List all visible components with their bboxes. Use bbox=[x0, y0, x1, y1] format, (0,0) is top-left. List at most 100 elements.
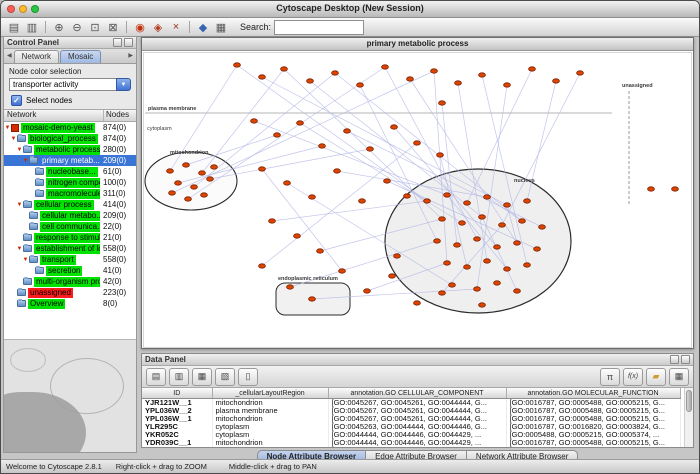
tree-expand-icon[interactable]: ▼ bbox=[16, 246, 23, 252]
select-nodes-row[interactable]: ✓ Select nodes bbox=[11, 95, 129, 106]
network-node[interactable] bbox=[504, 83, 511, 87]
network-node[interactable] bbox=[529, 67, 536, 71]
attribute-grid-icon[interactable]: ▦ bbox=[669, 368, 689, 386]
network-node[interactable] bbox=[439, 101, 446, 105]
tree-row[interactable]: unassigned223(0) bbox=[4, 287, 136, 298]
zoom-fit-icon[interactable]: ⊡ bbox=[87, 20, 103, 34]
network-node[interactable] bbox=[539, 225, 546, 229]
network-node[interactable] bbox=[332, 71, 339, 75]
network-node[interactable] bbox=[439, 217, 446, 221]
network-node[interactable] bbox=[334, 169, 341, 173]
network-node[interactable] bbox=[201, 193, 208, 197]
table-cell[interactable]: YDR039C__1 bbox=[142, 439, 212, 447]
title-bar[interactable]: Cytoscape Desktop (New Session) bbox=[1, 1, 699, 18]
network-node[interactable] bbox=[382, 65, 389, 69]
table-cell[interactable]: YPL036W__1 bbox=[142, 415, 212, 423]
network-node[interactable] bbox=[524, 199, 531, 203]
tree-row[interactable]: ▼cellular process414(0) bbox=[4, 199, 136, 210]
tree-row[interactable]: nitrogen compo...100(0) bbox=[4, 177, 136, 188]
network-node[interactable] bbox=[534, 247, 541, 251]
table-cell[interactable]: [GO:0016787, GO:0005488, GO:0005215, G..… bbox=[506, 415, 680, 423]
tree-expand-icon[interactable]: ▼ bbox=[4, 125, 11, 131]
network-node[interactable] bbox=[464, 201, 471, 205]
save-session-icon[interactable]: ▥ bbox=[24, 20, 40, 34]
nodes-column-header[interactable]: Nodes bbox=[104, 110, 136, 121]
tree-expand-icon[interactable]: ▼ bbox=[22, 257, 29, 263]
column-header[interactable]: annotation.GO MOLECULAR_FUNCTION bbox=[506, 388, 680, 399]
search-input[interactable] bbox=[274, 20, 364, 35]
network-node[interactable] bbox=[307, 79, 314, 83]
table-row[interactable]: YLR295Ccytoplasm[GO:0045263, GO:0044444,… bbox=[142, 423, 680, 431]
network-node[interactable] bbox=[504, 267, 511, 271]
network-node[interactable] bbox=[357, 83, 364, 87]
attribute-table[interactable]: ID_cellularLayoutRegionannotation.GO CEL… bbox=[142, 388, 681, 447]
tree-row[interactable]: Overview8(0) bbox=[4, 298, 136, 309]
function-builder-icon[interactable]: f(x) bbox=[623, 368, 643, 386]
network-node[interactable] bbox=[274, 133, 281, 137]
scrollbar-thumb[interactable] bbox=[686, 390, 692, 412]
tab-network[interactable]: Network bbox=[14, 50, 59, 63]
network-node[interactable] bbox=[444, 261, 451, 265]
network-node[interactable] bbox=[474, 237, 481, 241]
network-node[interactable] bbox=[455, 81, 462, 85]
network-overview-icon[interactable]: ◉ bbox=[132, 20, 148, 34]
network-node[interactable] bbox=[454, 243, 461, 247]
new-attribute-icon[interactable]: ▦ bbox=[192, 368, 212, 386]
tab-scroll-left-icon[interactable]: ◀ bbox=[5, 50, 14, 63]
network-node[interactable] bbox=[364, 289, 371, 293]
network-node[interactable] bbox=[514, 241, 521, 245]
network-node[interactable] bbox=[359, 199, 366, 203]
network-node[interactable] bbox=[494, 245, 501, 249]
network-node[interactable] bbox=[199, 171, 206, 175]
tree-row[interactable]: macromolecule...311(0) bbox=[4, 188, 136, 199]
table-cell[interactable]: [GO:0045267, GO:0045261, GO:0044444, G..… bbox=[328, 407, 506, 415]
network-node[interactable] bbox=[297, 121, 304, 125]
zoom-out-icon[interactable]: ⊖ bbox=[69, 20, 85, 34]
tree-row[interactable]: ▼primary metab...209(0) bbox=[4, 155, 136, 166]
create-network-view-icon[interactable]: ◈ bbox=[150, 20, 166, 34]
close-data-panel-icon[interactable] bbox=[681, 355, 690, 364]
network-node[interactable] bbox=[407, 77, 414, 81]
destroy-view-icon[interactable]: × bbox=[168, 20, 184, 34]
tree-row[interactable]: ▼metabolic process280(0) bbox=[4, 144, 136, 155]
network-node[interactable] bbox=[459, 221, 466, 225]
network-node[interactable] bbox=[439, 291, 446, 295]
network-node[interactable] bbox=[339, 269, 346, 273]
network-node[interactable] bbox=[404, 194, 411, 198]
network-node[interactable] bbox=[175, 181, 182, 185]
zoom-in-icon[interactable]: ⊕ bbox=[51, 20, 67, 34]
select-attributes-icon[interactable]: ▤ bbox=[146, 368, 166, 386]
table-row[interactable]: YDR039C__1mitochondrion[GO:0044444, GO:0… bbox=[142, 439, 680, 447]
float-panel-icon[interactable] bbox=[113, 38, 122, 47]
network-node[interactable] bbox=[479, 303, 486, 307]
tree-row[interactable]: cellular metabo...209(0) bbox=[4, 210, 136, 221]
network-node[interactable] bbox=[169, 191, 176, 195]
table-cell[interactable]: [GO:0016787, GO:0016820, GO:0003824, G..… bbox=[506, 423, 680, 431]
table-row[interactable]: YPL036W__2plasma membrane[GO:0045267, GO… bbox=[142, 407, 680, 415]
network-node[interactable] bbox=[479, 215, 486, 219]
column-header[interactable]: annotation.GO CELLULAR_COMPONENT bbox=[328, 388, 506, 399]
network-node[interactable] bbox=[514, 289, 521, 293]
network-node[interactable] bbox=[389, 274, 396, 278]
table-cell[interactable]: cytoplasm bbox=[212, 431, 328, 439]
close-panel-icon[interactable] bbox=[124, 38, 133, 47]
minimize-window-icon[interactable] bbox=[19, 5, 27, 13]
node-color-combobox[interactable]: transporter activity ▼ bbox=[9, 78, 131, 91]
table-cell[interactable]: [GO:0045267, GO:0045261, GO:0044444, G..… bbox=[328, 415, 506, 423]
network-canvas[interactable]: plasma membranecytoplasmmitochondrionnuc… bbox=[142, 51, 693, 349]
network-node[interactable] bbox=[577, 71, 584, 75]
plugins-icon[interactable]: ▦ bbox=[213, 20, 229, 34]
network-node[interactable] bbox=[309, 195, 316, 199]
network-node[interactable] bbox=[391, 125, 398, 129]
chevron-down-icon[interactable]: ▼ bbox=[116, 78, 131, 91]
network-node[interactable] bbox=[281, 67, 288, 71]
column-header[interactable]: ID bbox=[142, 388, 212, 399]
tree-row[interactable]: nucleobase...61(0) bbox=[4, 166, 136, 177]
tree-expand-icon[interactable]: ▼ bbox=[22, 158, 29, 164]
table-cell[interactable]: YJR121W__1 bbox=[142, 399, 212, 408]
table-cell[interactable]: [GO:0016787, GO:0005488, GO:0005215, G..… bbox=[506, 399, 680, 408]
network-node[interactable] bbox=[185, 197, 192, 201]
network-node[interactable] bbox=[648, 187, 655, 191]
network-view-title[interactable]: primary metabolic process bbox=[142, 38, 693, 51]
tree-row[interactable]: ▼biological_process874(0) bbox=[4, 133, 136, 144]
